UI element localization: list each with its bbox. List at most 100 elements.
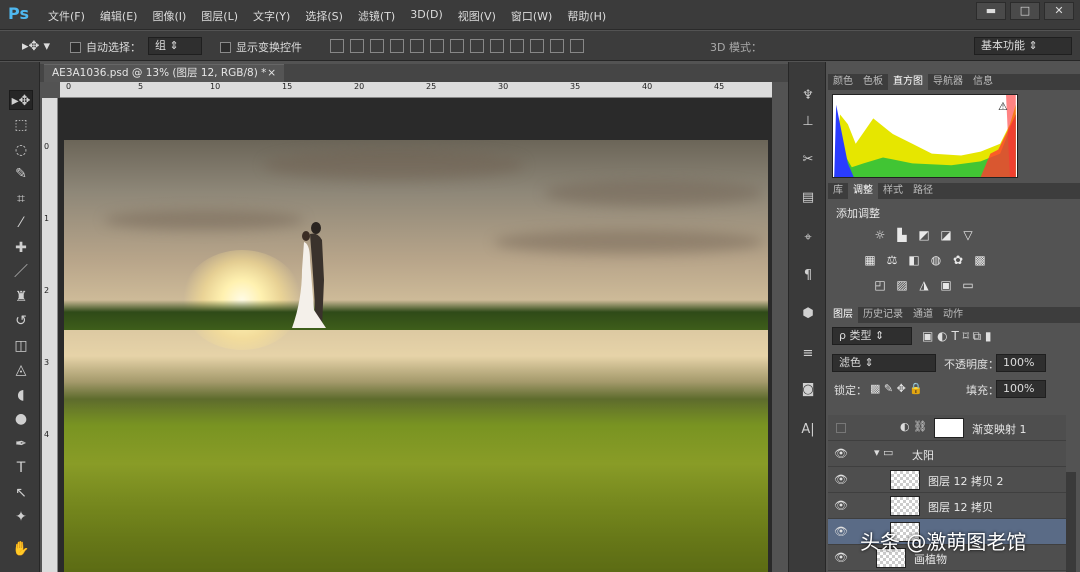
3d-icon[interactable]: ⬢ xyxy=(798,304,818,324)
workspace-dropdown[interactable]: 基本功能 ⇕ xyxy=(974,37,1072,55)
distribute-top-icon[interactable] xyxy=(450,39,464,53)
eye-icon[interactable]: 👁 xyxy=(834,499,848,513)
character-icon[interactable]: A| xyxy=(798,420,818,440)
align-top-icon[interactable] xyxy=(330,39,344,53)
shape-tool-icon[interactable]: ✦ xyxy=(9,507,33,527)
menu-3d[interactable]: 3D(D) xyxy=(410,8,451,24)
stamp-tool-icon[interactable]: ♜ xyxy=(9,287,33,307)
eraser-tool-icon[interactable]: ◫ xyxy=(9,336,33,356)
align-right-icon[interactable] xyxy=(430,39,444,53)
layer-filter-dropdown[interactable]: ρ 类型 ⇕ xyxy=(832,327,912,345)
move-tool-icon[interactable]: ▸✥ xyxy=(9,90,33,110)
distribute-vcenter-icon[interactable] xyxy=(470,39,484,53)
clone-source-icon[interactable]: ⊥ xyxy=(798,112,818,132)
document-close-icon[interactable]: × xyxy=(267,65,276,81)
tab-channels[interactable]: 通道 xyxy=(908,307,938,323)
posterize-icon[interactable]: ▨ xyxy=(894,278,910,292)
eye-icon[interactable]: 👁 xyxy=(834,551,848,565)
crop-tool-icon[interactable]: ⌗ xyxy=(9,189,33,209)
threshold-icon[interactable]: ◮ xyxy=(916,278,932,292)
auto-align-icon[interactable] xyxy=(570,39,584,53)
align-vcenter-icon[interactable] xyxy=(350,39,364,53)
layer-group-row[interactable]: 👁 ▾ ▭ 太阳 xyxy=(828,441,1066,467)
layer-row[interactable]: ◐ ⛓ 渐变映射 1 xyxy=(828,415,1066,441)
brush-tool-icon[interactable]: ／ xyxy=(9,262,33,282)
document-tab[interactable]: AE3A1036.psd @ 13% (图层 12, RGB/8) * × xyxy=(44,64,284,82)
layer-filter-icons[interactable]: ▣ ◐ T ⌑ ⧉ ▮ xyxy=(922,329,992,344)
move-tool-preset-icon[interactable]: ▸✥ ▾ xyxy=(22,39,50,54)
blur-tool-icon[interactable]: ◖ xyxy=(9,385,33,405)
menu-file[interactable]: 文件(F) xyxy=(48,8,93,24)
folder-icon[interactable]: ▾ ▭ xyxy=(874,446,893,459)
menu-select[interactable]: 选择(S) xyxy=(305,8,351,24)
tab-histogram[interactable]: 直方图 xyxy=(888,74,928,90)
tab-paths[interactable]: 路径 xyxy=(908,183,938,199)
path-select-tool-icon[interactable]: ↖ xyxy=(9,483,33,503)
tab-styles[interactable]: 样式 xyxy=(878,183,908,199)
history-brush-tool-icon[interactable]: ↺ xyxy=(9,311,33,331)
layer-row[interactable]: 👁 图层 12 拷贝 xyxy=(828,493,1066,519)
type-tool-icon[interactable]: T xyxy=(9,458,33,478)
channel-mixer-icon[interactable]: ✿ xyxy=(950,253,966,267)
maximize-button[interactable]: □ xyxy=(1010,2,1040,20)
distribute-left-icon[interactable] xyxy=(510,39,524,53)
eye-icon[interactable]: 👁 xyxy=(834,447,848,461)
black-white-icon[interactable]: ◧ xyxy=(906,253,922,267)
color-balance-icon[interactable]: ⚖ xyxy=(884,253,900,267)
distribute-hcenter-icon[interactable] xyxy=(530,39,544,53)
dodge-tool-icon[interactable]: ● xyxy=(9,409,33,429)
color-lookup-icon[interactable]: ▩ xyxy=(972,253,988,267)
blend-mode-dropdown[interactable]: 滤色 ⇕ xyxy=(832,354,936,372)
vibrance-icon[interactable]: ▽ xyxy=(960,228,976,242)
tab-layers[interactable]: 图层 xyxy=(828,307,858,323)
menu-layer[interactable]: 图层(L) xyxy=(201,8,246,24)
menu-edit[interactable]: 编辑(E) xyxy=(100,8,146,24)
distribute-right-icon[interactable] xyxy=(550,39,564,53)
opacity-input[interactable]: 100% xyxy=(996,354,1046,372)
close-button[interactable]: ✕ xyxy=(1044,2,1074,20)
eye-icon[interactable]: 👁 xyxy=(834,525,848,539)
eyedropper-tool-icon[interactable]: ⁄ xyxy=(9,213,33,233)
menu-filter[interactable]: 滤镜(T) xyxy=(358,8,403,24)
layer-comps-icon[interactable]: ◙ xyxy=(798,380,818,400)
align-hcenter-icon[interactable] xyxy=(410,39,424,53)
paragraph-icon[interactable]: ¶ xyxy=(798,266,818,286)
menu-help[interactable]: 帮助(H) xyxy=(567,8,614,24)
lock-icons[interactable]: ▩ ✎ ✥ 🔒 xyxy=(870,382,923,395)
curves-icon[interactable]: ◩ xyxy=(916,228,932,242)
document-image[interactable] xyxy=(64,140,768,572)
menu-window[interactable]: 窗口(W) xyxy=(511,8,560,24)
tab-history[interactable]: 历史记录 xyxy=(858,307,908,323)
fill-input[interactable]: 100% xyxy=(996,380,1046,398)
healing-tool-icon[interactable]: ✚ xyxy=(9,238,33,258)
minimize-button[interactable]: ▬ xyxy=(976,2,1006,20)
invert-icon[interactable]: ◰ xyxy=(872,278,888,292)
visibility-off-icon[interactable] xyxy=(836,423,846,433)
auto-select-checkbox[interactable]: 自动选择： xyxy=(70,39,141,55)
hand-tool-icon[interactable]: ✋ xyxy=(9,539,33,559)
align-left-icon[interactable] xyxy=(390,39,404,53)
hue-saturation-icon[interactable]: ▦ xyxy=(862,253,878,267)
quick-select-tool-icon[interactable]: ✎ xyxy=(9,164,33,184)
tab-swatches[interactable]: 色板 xyxy=(858,74,888,90)
tab-info[interactable]: 信息 xyxy=(968,74,998,90)
tool-presets-icon[interactable]: ✂ xyxy=(798,150,818,170)
tab-libraries[interactable]: 库 xyxy=(828,183,848,199)
align-bottom-icon[interactable] xyxy=(370,39,384,53)
timeline-icon[interactable]: ≡ xyxy=(798,344,818,364)
paint-bucket-tool-icon[interactable]: ◬ xyxy=(9,360,33,380)
brightness-icon[interactable]: ☼ xyxy=(872,228,888,242)
tab-actions[interactable]: 动作 xyxy=(938,307,968,323)
pen-tool-icon[interactable]: ✒ xyxy=(9,434,33,454)
brush-settings-icon[interactable]: ♆ xyxy=(798,86,818,106)
distribute-bottom-icon[interactable] xyxy=(490,39,504,53)
marquee-tool-icon[interactable]: ⬚ xyxy=(9,115,33,135)
lasso-tool-icon[interactable]: ◌ xyxy=(9,140,33,160)
menu-view[interactable]: 视图(V) xyxy=(458,8,504,24)
tab-navigator[interactable]: 导航器 xyxy=(928,74,968,90)
info-icon[interactable]: ⌖ xyxy=(798,228,818,248)
show-transform-checkbox[interactable]: 显示变换控件 xyxy=(220,39,302,55)
photo-filter-icon[interactable]: ◍ xyxy=(928,253,944,267)
tab-adjustments[interactable]: 调整 xyxy=(848,183,878,199)
properties-icon[interactable]: ▤ xyxy=(798,188,818,208)
